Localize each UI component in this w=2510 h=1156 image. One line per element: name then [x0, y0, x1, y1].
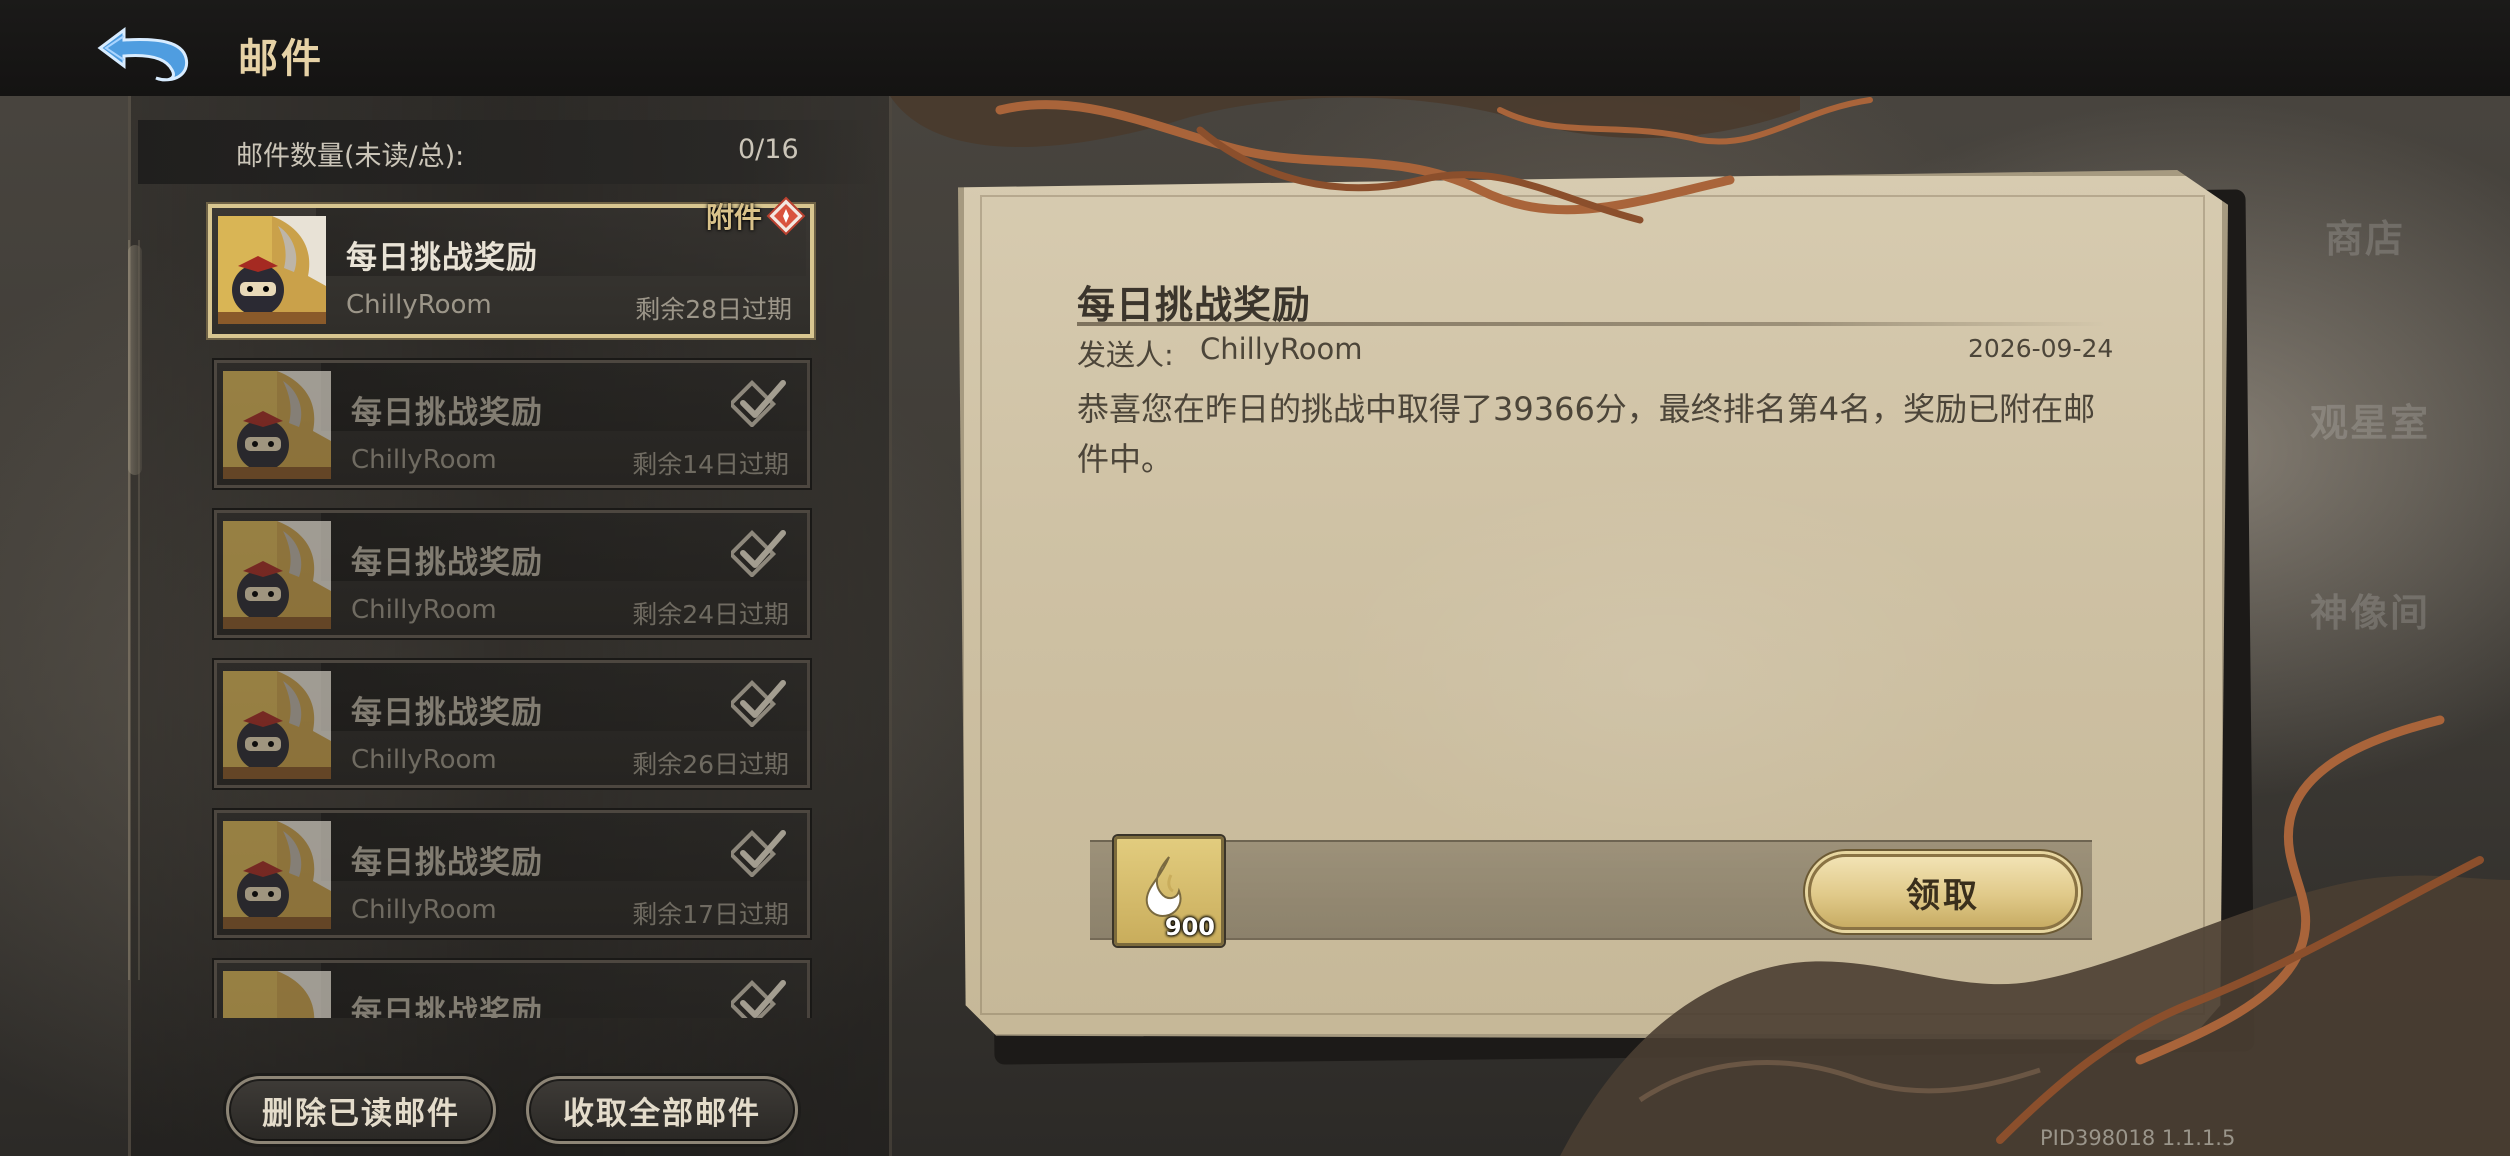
mail-item[interactable]: 每日挑战奖励 — [212, 958, 812, 1018]
mail-expiry: 剩余17日过期 — [632, 900, 789, 929]
letter-body: 恭喜您在昨日的挑战中取得了39366分，最终排名第4名，奖励已附在邮件中。 — [1077, 390, 2096, 478]
mail-count-label: 邮件数量(未读/总): — [236, 141, 465, 172]
mail-sender: ChillyRoom — [351, 745, 497, 775]
mail-title: 每日挑战奖励 — [351, 395, 543, 431]
version-label: PID398018 1.1.1.5 — [2040, 1126, 2236, 1150]
sender-label: 发送人: — [1077, 338, 1174, 372]
mail-avatar — [223, 371, 331, 479]
mail-sender: ChillyRoom — [351, 595, 497, 625]
attachment-label: 附件 — [705, 201, 762, 234]
mail-sender: ChillyRoom — [346, 290, 492, 320]
collect-all-button[interactable]: 收取全部邮件 — [526, 1076, 798, 1144]
attachment-tag: 附件 — [706, 196, 806, 236]
background-label-shop: 商店 — [2325, 216, 2406, 261]
mail-item[interactable]: 每日挑战奖励 ChillyRoom 剩余14日过期 — [212, 358, 812, 490]
mail-item-selected[interactable]: 每日挑战奖励 ChillyRoom 剩余28日过期 附件 — [206, 196, 816, 340]
mail-item[interactable]: 每日挑战奖励 ChillyRoom 剩余24日过期 — [212, 508, 812, 640]
background-label-observatory: 观星室 — [2310, 400, 2431, 445]
back-button[interactable] — [94, 22, 194, 84]
read-check-icon — [731, 829, 786, 877]
back-arrow-icon — [97, 27, 189, 82]
sender-name: ChillyRoom — [1200, 332, 1363, 366]
mail-avatar — [218, 216, 326, 324]
read-check-icon — [731, 379, 786, 427]
mail-avatar — [223, 521, 331, 629]
background-label-statue-room: 神像间 — [2310, 590, 2431, 635]
mail-count-value: 0/16 — [738, 134, 799, 165]
mail-title: 每日挑战奖励 — [351, 995, 543, 1018]
top-bar: 邮件 — [0, 0, 2510, 96]
mail-item[interactable]: 每日挑战奖励 ChillyRoom 剩余17日过期 — [212, 808, 812, 940]
letter-date: 2026-09-24 — [1968, 334, 2114, 363]
mail-sender: ChillyRoom — [351, 895, 497, 925]
mail-list[interactable]: 每日挑战奖励 ChillyRoom 剩余28日过期 附件 每日挑战奖励 Chil… — [200, 196, 840, 1018]
mail-avatar — [223, 821, 331, 929]
mail-expiry: 剩余28日过期 — [635, 295, 792, 324]
mail-item[interactable]: 每日挑战奖励 ChillyRoom 剩余26日过期 — [212, 658, 812, 790]
mail-avatar — [223, 971, 331, 1018]
reward-quantity: 900 — [1164, 913, 1215, 941]
page-title: 邮件 — [238, 35, 324, 82]
mail-expiry: 剩余24日过期 — [632, 600, 789, 629]
letter-divider — [1077, 322, 2105, 326]
mail-title: 每日挑战奖励 — [351, 545, 543, 581]
reward-item[interactable]: 900 — [1114, 836, 1224, 946]
scroll-thumb[interactable] — [128, 245, 142, 475]
attachment-diamond-icon — [766, 196, 806, 236]
mail-expiry: 剩余14日过期 — [632, 450, 789, 479]
delete-read-button[interactable]: 删除已读邮件 — [226, 1076, 496, 1144]
claim-button[interactable]: 领取 — [1808, 854, 2078, 930]
mail-expiry: 剩余26日过期 — [632, 750, 789, 779]
mail-title: 每日挑战奖励 — [346, 240, 538, 276]
read-check-icon — [731, 529, 786, 577]
read-check-icon — [731, 979, 786, 1018]
mail-avatar — [223, 671, 331, 779]
mail-sender: ChillyRoom — [351, 445, 497, 475]
mail-title: 每日挑战奖励 — [351, 845, 543, 881]
read-check-icon — [731, 679, 786, 727]
mail-title: 每日挑战奖励 — [351, 695, 543, 731]
letter-title: 每日挑战奖励 — [1077, 282, 1312, 327]
